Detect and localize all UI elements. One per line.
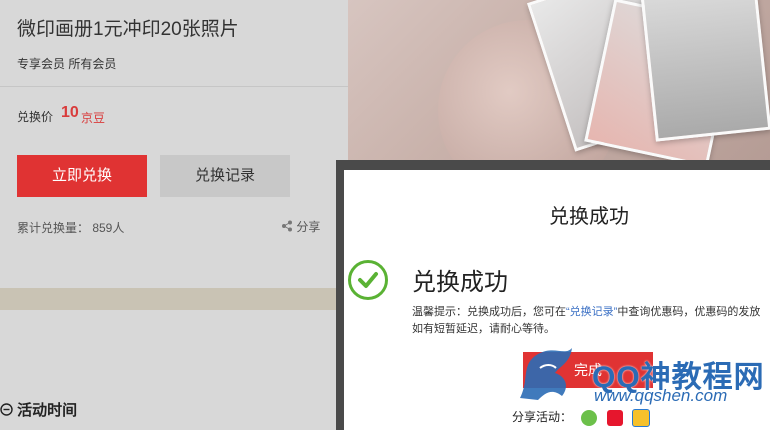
qzone-icon[interactable] <box>632 408 651 427</box>
photo-print <box>640 0 770 142</box>
redeem-record-button[interactable]: 兑换记录 <box>160 155 290 197</box>
redeem-record-link[interactable]: “兑换记录” <box>566 306 617 318</box>
price-value: 10 <box>61 104 79 121</box>
product-panel <box>0 0 348 288</box>
share-activity-label: 分享活动： <box>512 410 573 424</box>
weibo-icon[interactable] <box>606 409 623 426</box>
redeem-now-button[interactable]: 立即兑换 <box>17 155 147 197</box>
tip-text: 温馨提示：兑换成功后，您可在“兑换记录”中查询优惠码，优惠码的发放如有短暂延迟，… <box>412 304 764 338</box>
activity-time-heading: 活动时间 <box>0 399 77 420</box>
activity-time-label: 活动时间 <box>17 402 78 419</box>
watermark-url: www.qqshen.com <box>594 386 728 405</box>
clock-icon <box>0 403 13 416</box>
redeem-count: 累计兑换量： 859人 <box>17 221 125 235</box>
share-icon <box>282 220 292 232</box>
success-message: 兑换成功 <box>412 269 508 296</box>
divider <box>0 86 348 87</box>
product-title: 微印画册1元冲印20张照片 <box>17 19 239 40</box>
price-label: 兑换价 <box>17 110 54 124</box>
member-scope: 专享会员 所有会员 <box>17 57 117 71</box>
dragon-logo-icon <box>520 348 572 400</box>
tip-prefix: 温馨提示：兑换成功后，您可在 <box>412 306 566 318</box>
price-unit: 京豆 <box>81 111 106 125</box>
wechat-icon[interactable] <box>581 409 598 426</box>
check-icon <box>348 260 388 300</box>
share-activity-row: 分享活动： <box>512 408 651 427</box>
product-image <box>348 0 770 160</box>
modal-title: 兑换成功 <box>549 206 629 228</box>
share-button[interactable]: 分享 <box>281 218 320 235</box>
site-watermark: QQ神教程网 www.qqshen.com <box>510 338 770 408</box>
share-label: 分享 <box>296 220 321 234</box>
